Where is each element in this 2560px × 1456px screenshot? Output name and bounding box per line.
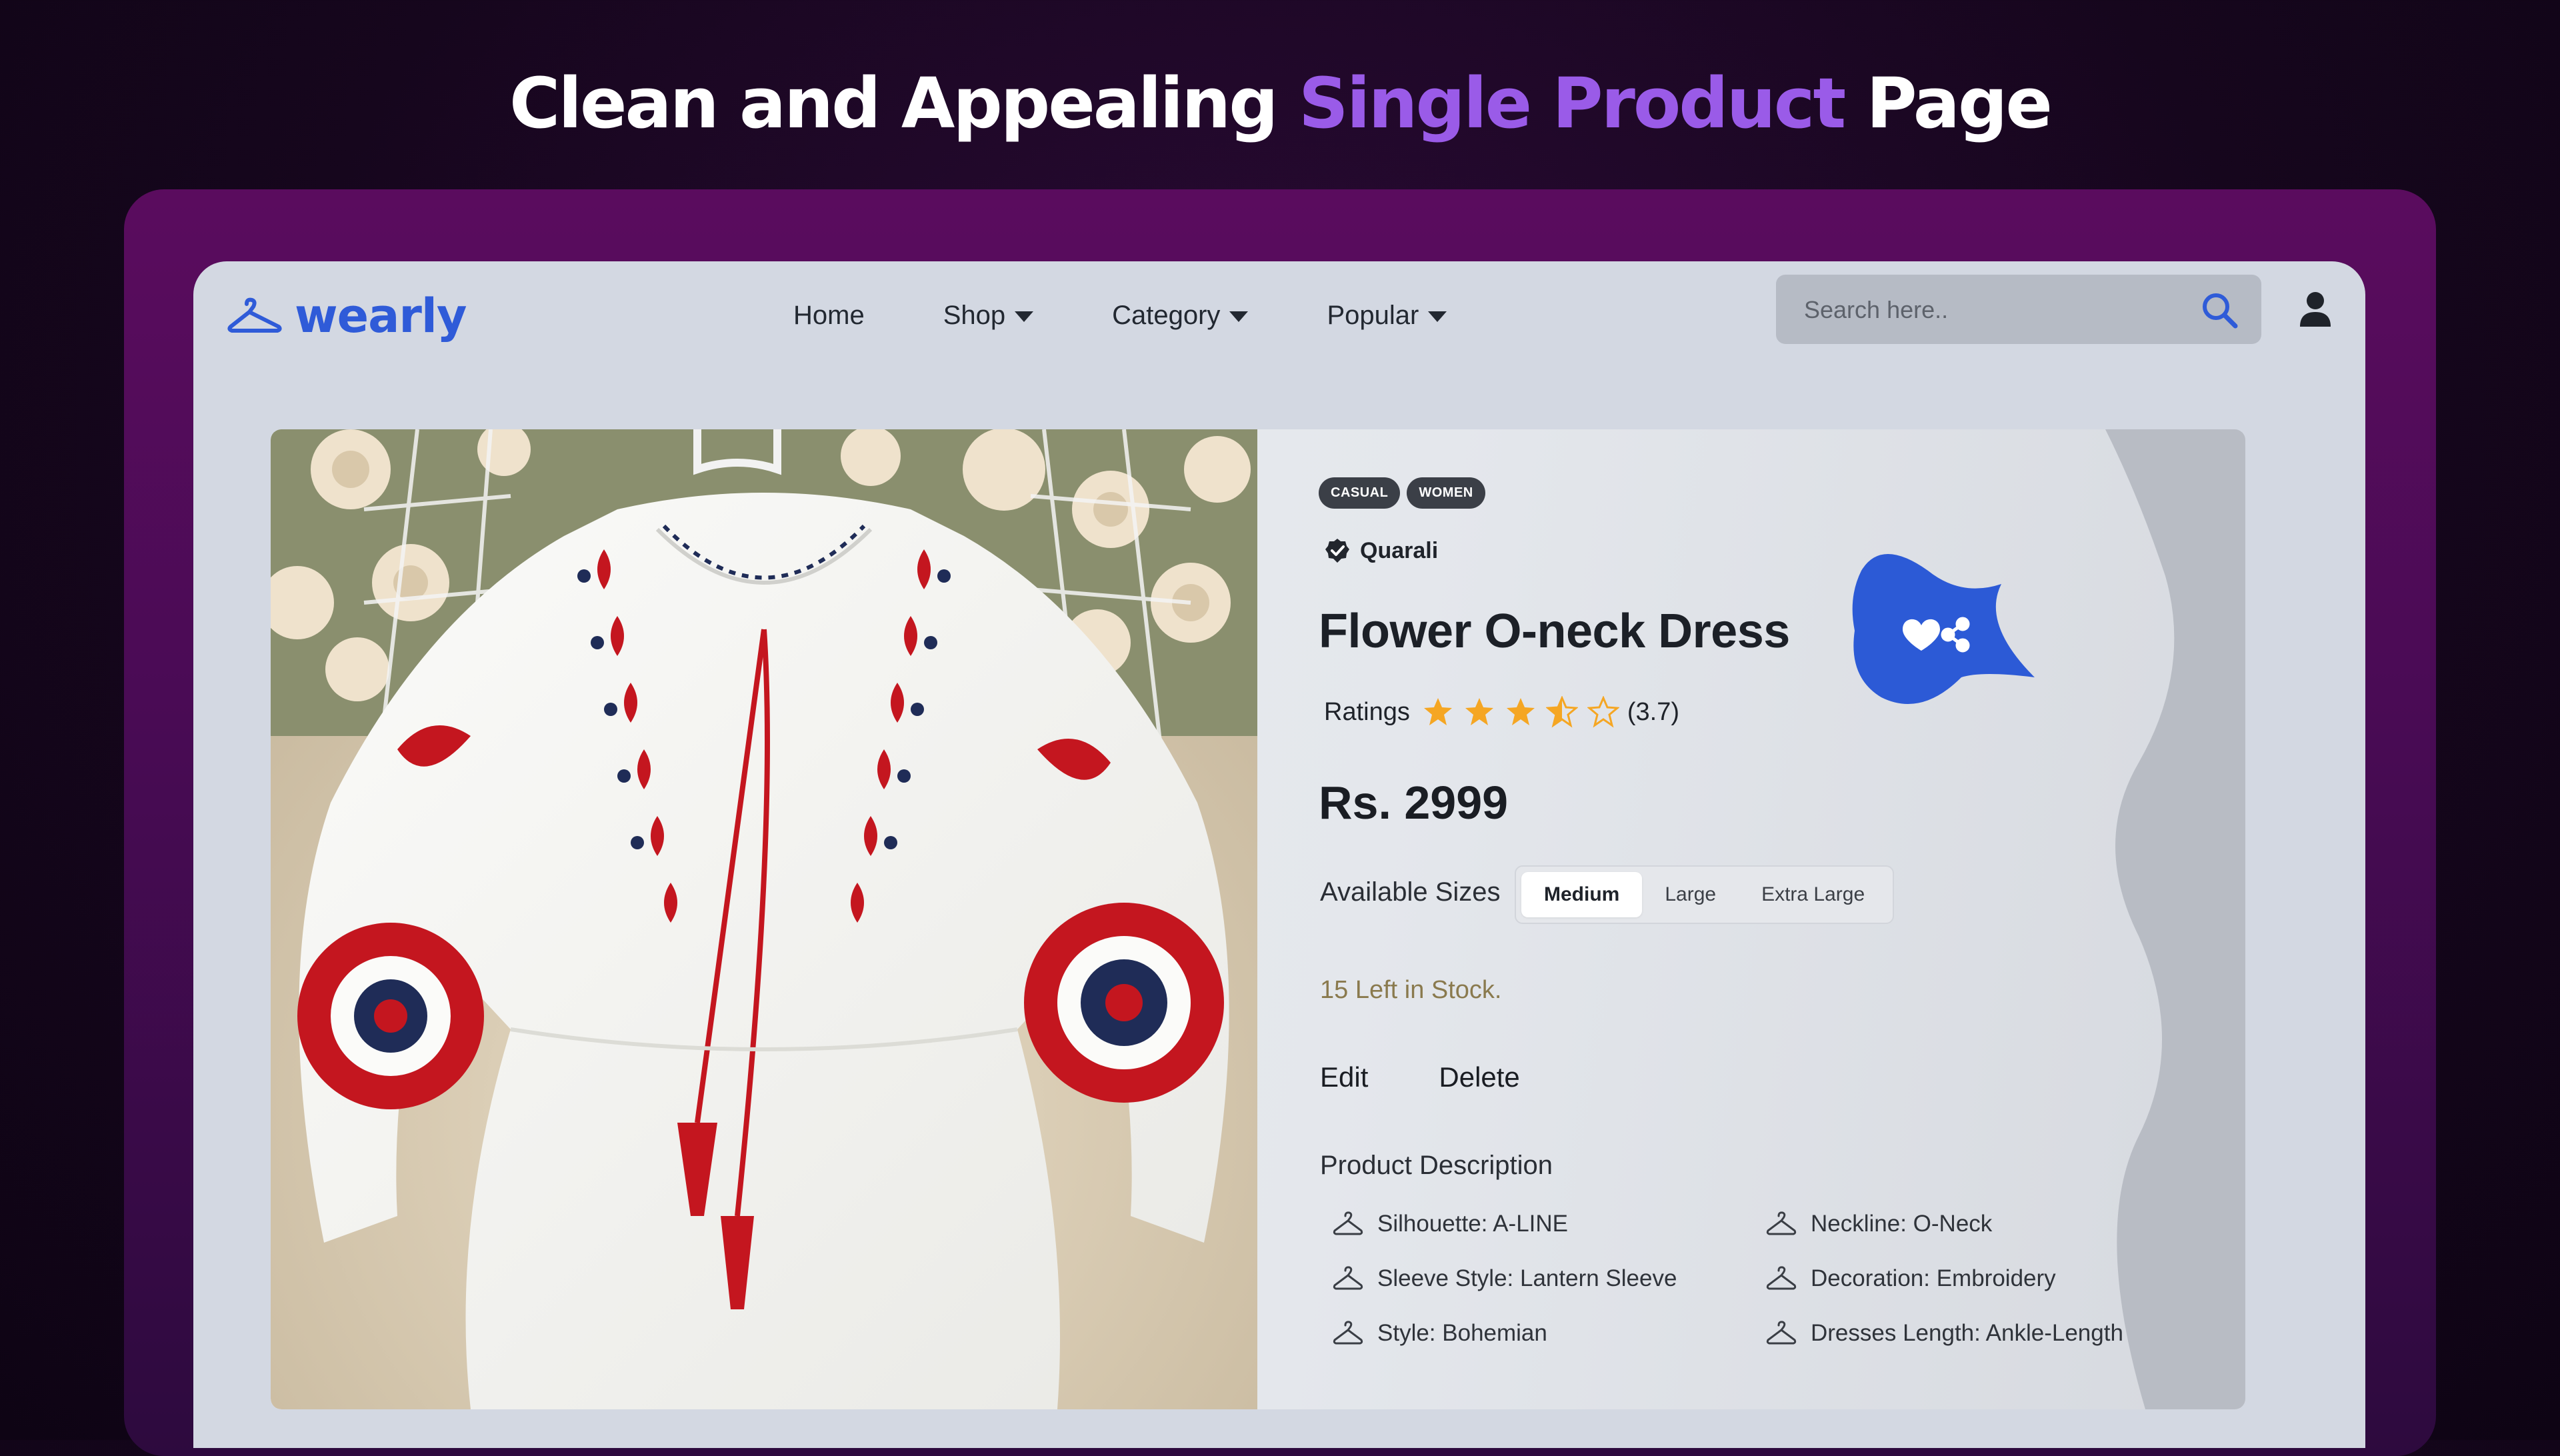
main-nav: Home Shop Category Popular — [793, 292, 1525, 339]
stock-status: 15 Left in Stock. — [1320, 976, 1502, 1004]
search-icon[interactable] — [2200, 291, 2239, 329]
product-attributes: Silhouette: A-LINE Neckline: O-Neck Slee… — [1332, 1208, 2152, 1349]
ratings-label: Ratings — [1324, 697, 1410, 726]
headline-text: Clean and Appealing — [509, 63, 1299, 144]
hanger-icon — [1333, 1266, 1363, 1290]
attribute-text: Style: Bohemian — [1377, 1320, 1547, 1346]
attribute-item: Silhouette: A-LINE — [1332, 1208, 1765, 1240]
star-full-icon — [1423, 698, 1452, 725]
attribute-item: Decoration: Embroidery — [1765, 1263, 2152, 1295]
size-selector: Medium Large Extra Large — [1515, 865, 1895, 924]
hanger-icon — [1333, 1211, 1363, 1235]
product-title: Flower O-neck Dress — [1319, 605, 1790, 658]
hanger-icon — [1766, 1321, 1797, 1345]
size-option-medium[interactable]: Medium — [1521, 872, 1643, 917]
verified-badge-icon — [1325, 539, 1349, 563]
rating-stars[interactable] — [1422, 696, 1619, 728]
attribute-item: Sleeve Style: Lantern Sleeve — [1332, 1263, 1765, 1295]
star-empty-icon — [1587, 696, 1619, 728]
caret-down-icon — [1015, 311, 1034, 322]
product-tags: CASUAL WOMEN — [1319, 477, 1485, 509]
hanger-icon — [1766, 1266, 1797, 1290]
tag-casual[interactable]: CASUAL — [1319, 477, 1401, 509]
nav-shop[interactable]: Shop — [943, 292, 1034, 339]
favorite-share-widget — [1852, 554, 2035, 704]
product-actions: Edit Delete — [1320, 1061, 1520, 1093]
headline-accent: Single Product — [1298, 63, 1846, 144]
hanger-icon — [1766, 1211, 1797, 1235]
hanger-icon — [1333, 1321, 1363, 1345]
product-price: Rs. 2999 — [1319, 777, 1509, 829]
attribute-text: Dresses Length: Ankle-Length — [1811, 1320, 2123, 1346]
size-option-extra-large[interactable]: Extra Large — [1739, 872, 1887, 917]
sizes-label: Available Sizes — [1320, 877, 1501, 907]
browser-window: wearly Home Shop Category Popular Search… — [193, 261, 2365, 1448]
star-half-icon — [1545, 696, 1578, 728]
nav-popular[interactable]: Popular — [1327, 292, 1447, 339]
caret-down-icon — [1428, 311, 1447, 322]
attribute-item: Style: Bohemian — [1332, 1317, 1765, 1349]
seller[interactable]: Quarali — [1324, 537, 1438, 564]
star-full-icon — [1506, 698, 1535, 725]
brand-name: wearly — [295, 289, 467, 343]
delete-button[interactable]: Delete — [1439, 1061, 1519, 1093]
nav-home-label: Home — [793, 300, 865, 330]
seller-name: Quarali — [1360, 537, 1439, 563]
product-image[interactable] — [271, 429, 1257, 1409]
attribute-text: Neckline: O-Neck — [1811, 1211, 1993, 1237]
size-option-large[interactable]: Large — [1642, 872, 1739, 917]
description-title: Product Description — [1320, 1151, 1553, 1180]
attribute-item: Neckline: O-Neck — [1765, 1208, 2152, 1240]
page-headline: Clean and Appealing Single Product Page — [0, 60, 2560, 147]
brand-logo[interactable]: wearly — [227, 283, 467, 349]
nav-home[interactable]: Home — [793, 292, 865, 339]
dress-photo — [271, 429, 1257, 1409]
hanger-logo-icon — [227, 297, 282, 333]
attribute-item: Dresses Length: Ankle-Length — [1765, 1317, 2152, 1349]
nav-shop-label: Shop — [943, 300, 1006, 330]
rating-value: (3.7) — [1627, 697, 1679, 726]
star-full-icon — [1465, 698, 1493, 725]
attribute-text: Decoration: Embroidery — [1811, 1265, 2056, 1291]
nav-category-label: Category — [1112, 300, 1221, 330]
product-ratings: Ratings (3.7) — [1324, 696, 1679, 728]
caret-down-icon — [1229, 311, 1249, 322]
attribute-text: Silhouette: A-LINE — [1377, 1211, 1568, 1237]
attribute-text: Sleeve Style: Lantern Sleeve — [1377, 1265, 1677, 1291]
tag-women[interactable]: WOMEN — [1407, 477, 1485, 509]
search-bar — [1776, 275, 2261, 345]
search-input[interactable] — [1803, 275, 2179, 345]
product-card: CASUAL WOMEN Quarali Flower O-neck Dress — [271, 429, 2245, 1409]
user-icon[interactable] — [2299, 291, 2332, 328]
edit-button[interactable]: Edit — [1320, 1061, 1368, 1093]
nav-category[interactable]: Category — [1112, 292, 1249, 339]
nav-popular-label: Popular — [1327, 300, 1419, 330]
headline-text-end: Page — [1844, 63, 2053, 144]
